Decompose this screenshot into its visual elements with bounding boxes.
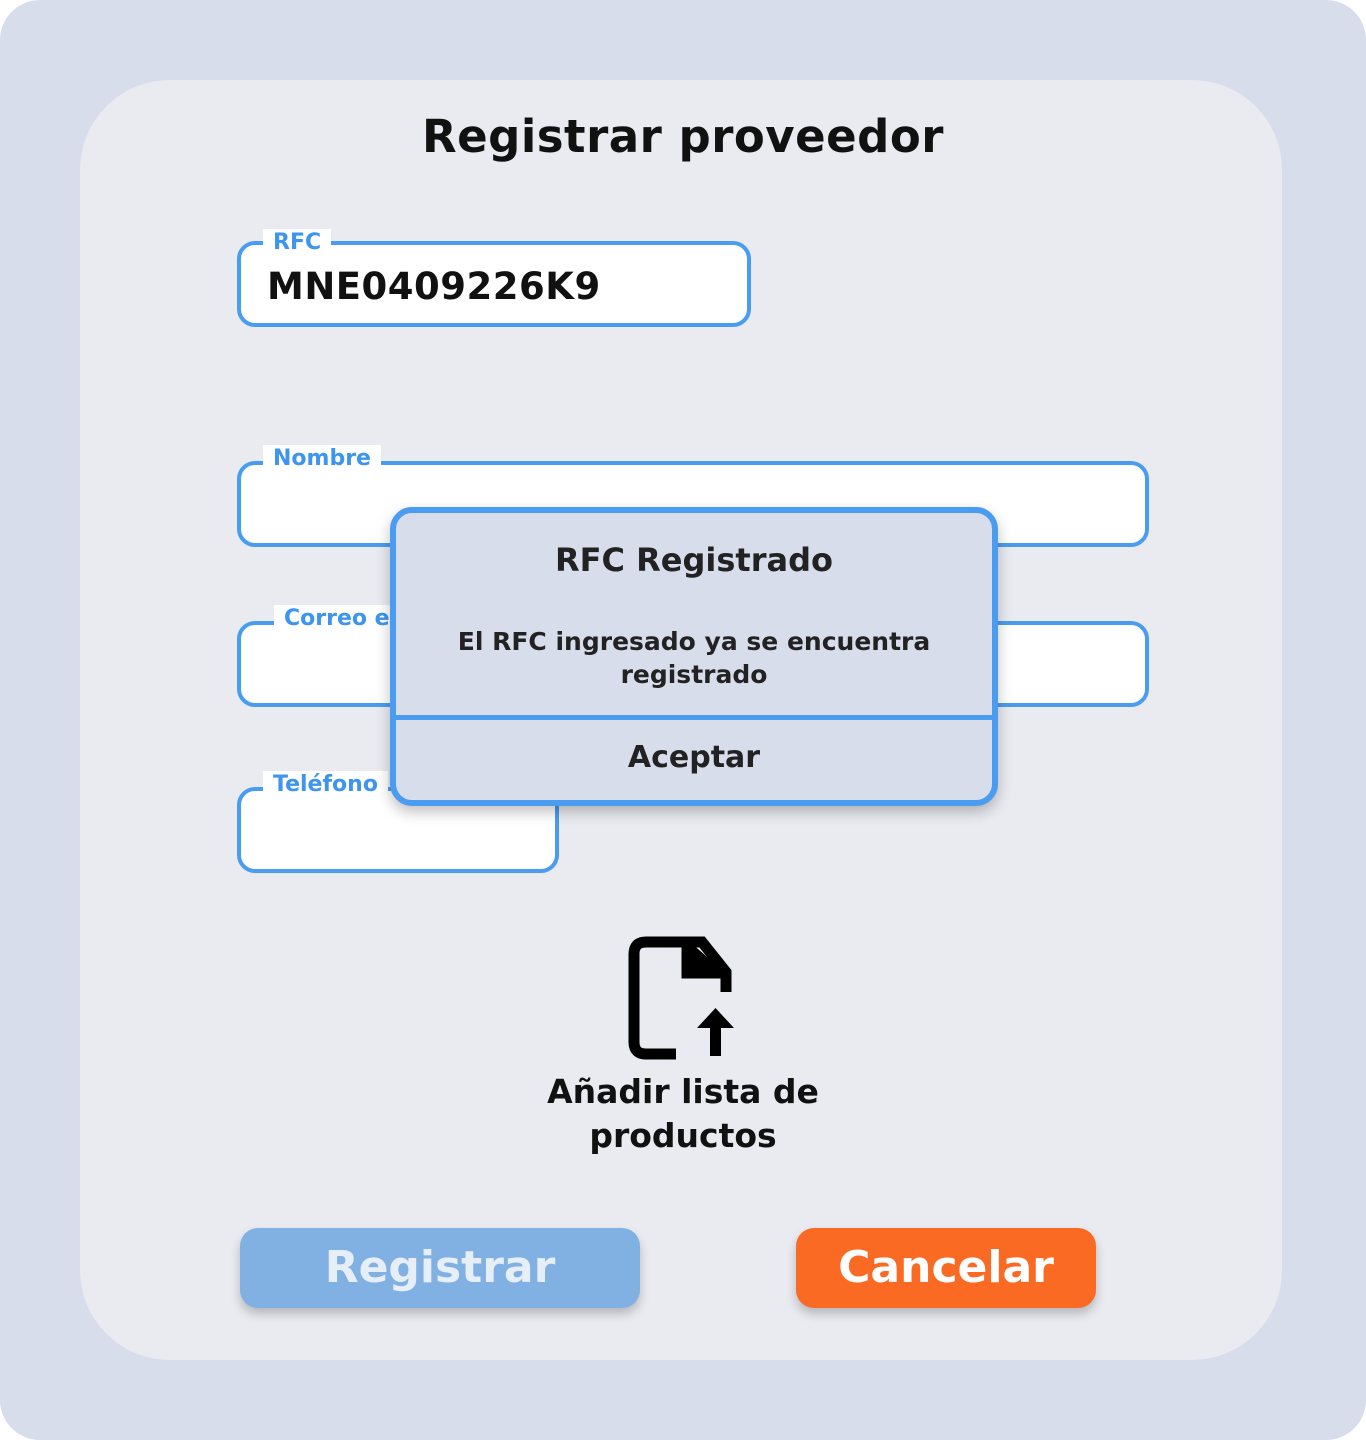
- cancel-button[interactable]: Cancelar: [796, 1228, 1096, 1308]
- nombre-label: Nombre: [263, 445, 381, 473]
- telefono-label: Teléfono: [263, 771, 388, 799]
- correo-label: Correo el: [274, 605, 408, 633]
- rfc-label: RFC: [263, 229, 332, 257]
- upload-label[interactable]: Añadir lista de productos: [0, 1070, 1366, 1158]
- dialog-message-line2: registrado: [620, 660, 768, 689]
- register-button[interactable]: Registrar: [240, 1228, 640, 1308]
- dialog-message: El RFC ingresado ya se encuentra registr…: [436, 625, 952, 691]
- file-upload-icon[interactable]: [622, 930, 742, 1065]
- upload-label-line1: Añadir lista de: [547, 1072, 819, 1111]
- alert-dialog: RFC Registrado El RFC ingresado ya se en…: [390, 507, 998, 806]
- dialog-title: RFC Registrado: [555, 541, 833, 579]
- rfc-value: MNE0409226K9: [267, 265, 601, 308]
- page-title: Registrar proveedor: [421, 110, 945, 163]
- upload-label-line2: productos: [589, 1116, 777, 1155]
- dialog-accept-button[interactable]: Aceptar: [396, 720, 992, 800]
- dialog-message-line1: El RFC ingresado ya se encuentra: [457, 627, 931, 656]
